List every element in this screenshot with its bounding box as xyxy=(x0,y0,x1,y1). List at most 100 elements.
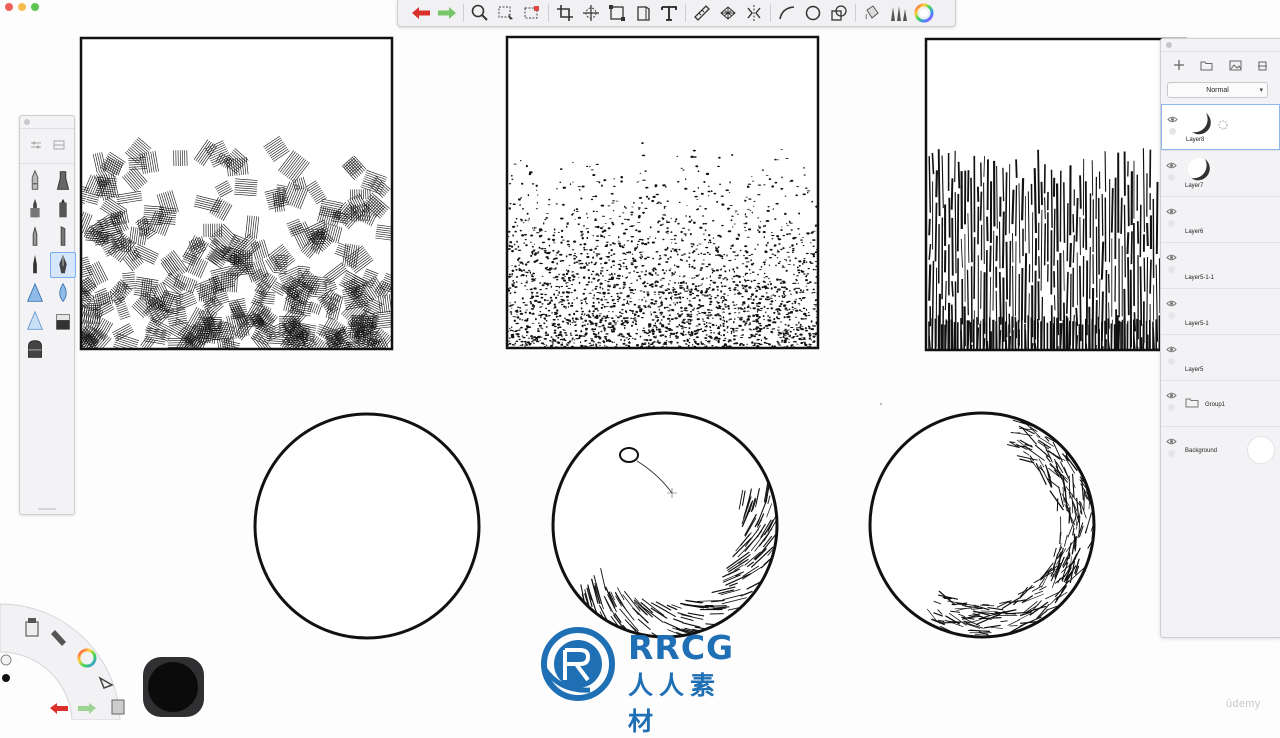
lasso-select-icon[interactable] xyxy=(493,2,519,24)
empty-circle xyxy=(255,414,479,638)
visibility-eye-icon[interactable] xyxy=(1166,294,1177,312)
watermark-brand: RRCG xyxy=(628,628,734,667)
marker-brush-icon[interactable] xyxy=(50,168,76,194)
brush-library-icon[interactable] xyxy=(885,2,911,24)
layer-row[interactable]: Layer7 xyxy=(1161,150,1280,196)
visibility-eye-icon[interactable] xyxy=(1166,340,1177,358)
undo-radial-icon[interactable] xyxy=(50,703,68,714)
layer-lock-dot[interactable] xyxy=(1168,174,1175,181)
layer-name: Layer6 xyxy=(1185,229,1203,235)
eraser-round-brush-icon[interactable] xyxy=(22,336,48,362)
palette-close-button[interactable] xyxy=(24,119,30,125)
layer-tool-icon[interactable] xyxy=(112,700,124,714)
undo-icon[interactable] xyxy=(408,2,434,24)
color-wheel-icon[interactable] xyxy=(911,2,937,24)
ink-pen-brush-icon[interactable] xyxy=(22,252,48,278)
brush-palette xyxy=(19,115,75,515)
layer-name: Layer5 xyxy=(1185,367,1203,373)
layer-lock-dot[interactable] xyxy=(1168,404,1175,411)
layer-settings-icon[interactable] xyxy=(1218,120,1228,130)
watermark-subtitle: 人人素材 xyxy=(628,666,745,738)
layer-row[interactable]: Group1 xyxy=(1161,380,1280,426)
shape-icon[interactable] xyxy=(826,2,852,24)
felt-tip-brush-icon[interactable] xyxy=(50,196,76,222)
ellipse-icon[interactable] xyxy=(800,2,826,24)
stipple-panel xyxy=(506,37,820,349)
layer-lock-dot[interactable] xyxy=(1168,358,1175,365)
layer-lock-dot[interactable] xyxy=(1168,312,1175,319)
visibility-eye-icon[interactable] xyxy=(1166,432,1177,450)
vertical-line-panel xyxy=(926,39,1186,350)
udemy-watermark: ûdemy xyxy=(1226,698,1261,710)
symmetry-icon[interactable] xyxy=(741,2,767,24)
water-drop-brush-icon[interactable] xyxy=(50,280,76,306)
layer-lock-dot[interactable] xyxy=(1169,128,1176,135)
ruler-icon[interactable] xyxy=(689,2,715,24)
visibility-eye-icon[interactable] xyxy=(1166,202,1177,220)
blend-mode-select[interactable]: Normal xyxy=(1167,82,1268,98)
layer-row[interactable]: Layer5-1 xyxy=(1161,288,1280,334)
layers-titlebar[interactable] xyxy=(1161,39,1280,52)
crescent-sphere xyxy=(870,413,1097,638)
layer-name: Layer5-1-1 xyxy=(1185,275,1214,281)
rrcg-watermark: RRCG 人人素材 xyxy=(540,626,745,702)
brush-grid xyxy=(20,164,74,366)
layer-name: Layer8 xyxy=(1186,137,1204,143)
brush-settings-icon[interactable] xyxy=(30,137,42,155)
layers-panel: Normal Layer8Layer7Layer6Layer5-1-1Layer… xyxy=(1160,38,1280,638)
add-layer-icon[interactable] xyxy=(1173,58,1185,76)
layer-thumbnail xyxy=(1247,436,1275,464)
current-brush-puck[interactable] xyxy=(143,657,204,717)
import-image-icon[interactable] xyxy=(1229,58,1242,76)
layer-row[interactable]: Layer8 xyxy=(1161,104,1280,150)
crop-icon[interactable] xyxy=(552,2,578,24)
layer-lock-dot[interactable] xyxy=(1168,220,1175,227)
smudge-brush-icon[interactable] xyxy=(22,308,48,334)
zoom-icon[interactable] xyxy=(467,2,493,24)
brush-list-icon[interactable] xyxy=(53,137,65,155)
lagoon-radial-menu xyxy=(0,600,210,720)
fill-icon[interactable] xyxy=(859,2,885,24)
delete-layer-icon[interactable] xyxy=(1257,58,1268,76)
layer-name: Background xyxy=(1185,448,1217,454)
layer-lock-dot[interactable] xyxy=(1168,266,1175,273)
eraser-block-brush-icon[interactable] xyxy=(50,308,76,334)
new-group-icon[interactable] xyxy=(1200,58,1213,76)
layer-row[interactable]: Background xyxy=(1161,426,1280,472)
visibility-eye-icon[interactable] xyxy=(1166,248,1177,266)
pencil-brush-icon[interactable] xyxy=(22,168,48,194)
fountain-pen-brush-icon[interactable] xyxy=(50,252,76,278)
layer-name: Group1 xyxy=(1205,402,1225,408)
layer-row[interactable]: Layer5 xyxy=(1161,334,1280,380)
main-toolbar xyxy=(397,0,956,27)
layer-list: Layer8 Layer7 Layer6 Layer5-1-1 Layer5-1 Laye… xyxy=(1161,104,1280,472)
layer-thumbnail xyxy=(1183,154,1215,184)
ballpoint-brush-icon[interactable] xyxy=(22,196,48,222)
distort-icon[interactable] xyxy=(604,2,630,24)
layer-row[interactable]: Layer5-1-1 xyxy=(1161,242,1280,288)
rrcg-logo-icon xyxy=(540,626,620,702)
visibility-eye-icon[interactable] xyxy=(1166,156,1177,174)
text-icon[interactable] xyxy=(656,2,682,24)
hatching-panel xyxy=(70,38,403,361)
layer-thumbnail xyxy=(1184,108,1216,138)
layer-name: Layer7 xyxy=(1185,183,1203,189)
resize-grip[interactable] xyxy=(38,508,56,510)
group-folder-icon xyxy=(1185,397,1199,408)
marquee-select-icon[interactable] xyxy=(519,2,545,24)
redo-icon[interactable] xyxy=(434,2,460,24)
pencil-fine-brush-icon[interactable] xyxy=(22,224,48,250)
perspective-guide-icon[interactable] xyxy=(715,2,741,24)
perspective-icon[interactable] xyxy=(630,2,656,24)
layer-lock-dot[interactable] xyxy=(1168,450,1175,457)
transform-icon[interactable] xyxy=(578,2,604,24)
palette-titlebar[interactable] xyxy=(20,116,74,129)
airbrush-brush-icon[interactable] xyxy=(22,280,48,306)
layer-row[interactable]: Layer6 xyxy=(1161,196,1280,242)
layer-name: Layer5-1 xyxy=(1185,321,1209,327)
layers-close-button[interactable] xyxy=(1166,42,1172,48)
visibility-eye-icon[interactable] xyxy=(1167,110,1178,128)
chisel-brush-icon[interactable] xyxy=(50,224,76,250)
curve-icon[interactable] xyxy=(774,2,800,24)
visibility-eye-icon[interactable] xyxy=(1166,386,1177,404)
